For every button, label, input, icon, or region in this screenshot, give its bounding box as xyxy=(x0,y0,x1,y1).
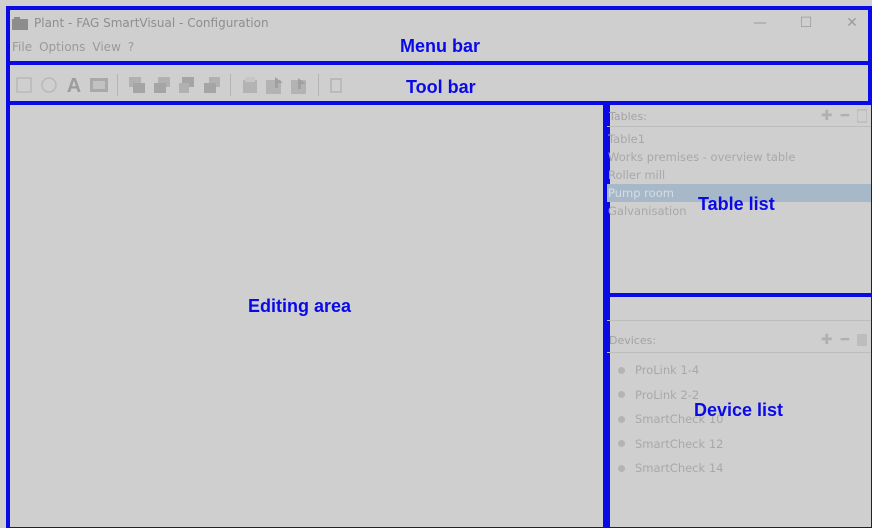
table-item-2[interactable]: Works premises - overview table xyxy=(607,148,871,166)
status-dot-icon xyxy=(618,391,625,399)
window-title: Plant - FAG SmartVisual - Configuration xyxy=(34,16,269,30)
toolbar-separator xyxy=(117,74,118,96)
device-item[interactable]: SmartCheck 14 xyxy=(612,456,867,481)
status-dot-icon xyxy=(618,415,625,423)
add-device-icon[interactable]: ✚ xyxy=(821,332,833,348)
table-item-1[interactable]: Table1 xyxy=(607,130,871,148)
table-settings-icon[interactable] xyxy=(857,109,867,123)
import-icon[interactable] xyxy=(265,76,284,95)
menu-view[interactable]: View xyxy=(92,40,120,54)
device-settings-icon[interactable] xyxy=(857,333,867,347)
toolbar-separator xyxy=(318,74,319,96)
maximize-button[interactable]: ☐ xyxy=(798,12,814,34)
devices-header-label: Devices: xyxy=(609,333,657,347)
tables-header: Tables: ✚ ━ xyxy=(609,107,871,125)
table-list-label: Table list xyxy=(698,194,775,214)
circle-tool-icon[interactable] xyxy=(39,76,58,95)
title-bar: Plant - FAG SmartVisual - Configuration … xyxy=(12,12,868,34)
table-item-3[interactable]: Roller mill xyxy=(607,166,871,184)
device-item[interactable]: SmartCheck 12 xyxy=(612,432,867,457)
device-name: ProLink 2-2 xyxy=(635,387,700,402)
remove-table-icon[interactable]: ━ xyxy=(841,108,849,124)
image-tool-icon[interactable] xyxy=(89,76,108,95)
tables-header-divider xyxy=(607,126,871,127)
export-icon[interactable] xyxy=(290,76,309,95)
align-tool-2-icon[interactable] xyxy=(152,76,171,95)
device-name: SmartCheck 14 xyxy=(635,461,724,476)
devices-header: Devices: ✚ ━ xyxy=(609,331,871,349)
device-item[interactable]: ProLink 1-4 xyxy=(612,358,867,383)
align-tool-1-icon[interactable] xyxy=(127,76,146,95)
tool-bar-label: Tool bar xyxy=(406,77,476,97)
align-tool-4-icon[interactable] xyxy=(202,76,221,95)
status-dot-icon xyxy=(618,464,625,472)
copy-icon[interactable] xyxy=(328,76,347,95)
add-table-icon[interactable]: ✚ xyxy=(821,108,833,124)
remove-device-icon[interactable]: ━ xyxy=(841,332,849,348)
device-list-label: Device list xyxy=(694,400,784,420)
text-tool-icon[interactable]: A xyxy=(64,75,83,95)
devices-header-divider xyxy=(607,352,871,353)
app-icon xyxy=(12,16,28,30)
close-button[interactable]: ✕ xyxy=(844,12,860,34)
menu-bar-label: Menu bar xyxy=(400,36,481,56)
svg-text:A: A xyxy=(67,75,81,95)
device-name: SmartCheck 12 xyxy=(635,436,724,451)
minimize-button[interactable]: — xyxy=(752,12,768,34)
toolbar-separator xyxy=(230,74,231,96)
device-top-divider xyxy=(607,320,871,321)
status-dot-icon xyxy=(618,440,625,448)
menu-bar: File Options View ? xyxy=(12,40,134,54)
align-tool-3-icon[interactable] xyxy=(177,76,196,95)
toolbar: A xyxy=(14,71,347,99)
rectangle-tool-icon[interactable] xyxy=(14,76,33,95)
open-table-icon[interactable] xyxy=(240,76,259,95)
tables-header-label: Tables: xyxy=(609,109,647,123)
status-dot-icon xyxy=(618,366,625,374)
menu-options[interactable]: Options xyxy=(39,40,85,54)
editing-area-label: Editing area xyxy=(248,296,352,316)
menu-help[interactable]: ? xyxy=(128,40,134,54)
menu-file[interactable]: File xyxy=(12,40,32,54)
device-name: ProLink 1-4 xyxy=(635,363,700,378)
